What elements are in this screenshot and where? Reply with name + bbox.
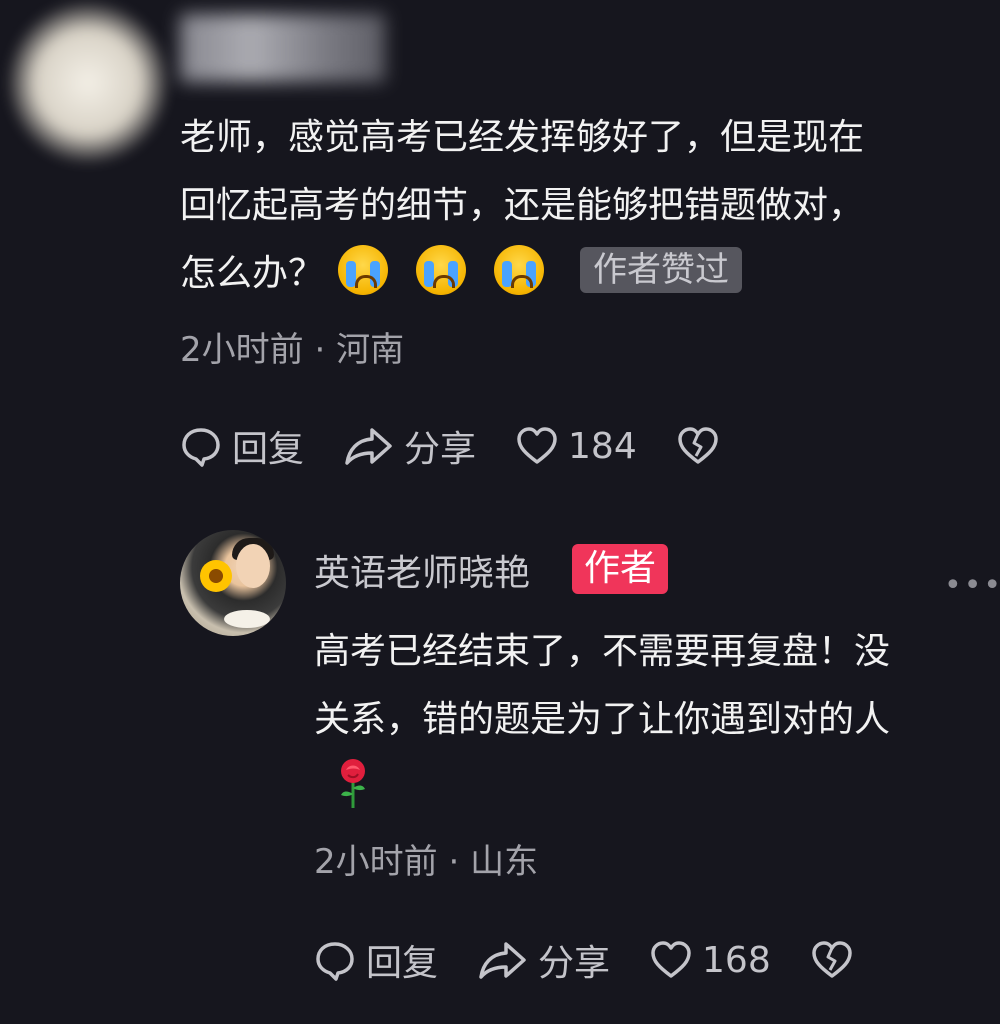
share-label: 分享 (538, 943, 611, 984)
avatar-cake (224, 610, 270, 628)
meta-separator: · (448, 842, 460, 882)
reply-meta: 2小时前 · 山东 (314, 834, 538, 883)
broken-heart-icon (812, 941, 852, 978)
reply-line: 高考已经结束了，不需要再复盘！没 (314, 631, 891, 672)
sunflower-decoration (200, 560, 232, 592)
like-button[interactable]: 184 (516, 426, 637, 467)
dislike-button[interactable] (811, 940, 853, 980)
reply-actions: 回复 分享 168 (314, 934, 893, 986)
comment-line: 老师，感觉高考已经发挥够好了，但是现在 (180, 117, 865, 158)
comment-actions: 回复 分享 184 (180, 420, 759, 472)
reply-time: 2小时前 (314, 842, 438, 882)
loudly-crying-face-icon (338, 245, 389, 295)
share-label: 分享 (404, 429, 477, 470)
like-count: 184 (568, 425, 637, 467)
redacted-username[interactable] (180, 14, 385, 82)
comment-line: 回忆起高考的细节，还是能够把错题做对， (180, 185, 865, 226)
comment-line: 怎么办？ 作者赞过 (180, 240, 990, 308)
author-badge: 作者 (572, 544, 669, 594)
loudly-crying-face-icon (494, 245, 545, 295)
comment-time: 2小时前 (180, 330, 304, 370)
redacted-avatar[interactable] (8, 0, 168, 165)
reply-button[interactable]: 回复 (314, 934, 438, 986)
share-arrow-icon (479, 942, 526, 979)
broken-heart-icon (678, 427, 718, 464)
reply-bubble-icon (316, 942, 354, 981)
comment-line-text: 怎么办？ (180, 253, 325, 294)
heart-icon (517, 427, 557, 464)
reply-button[interactable]: 回复 (180, 420, 304, 472)
rose-icon (341, 759, 365, 808)
heart-icon (651, 941, 691, 978)
more-dots-icon[interactable]: ••• (944, 568, 1000, 603)
comment-location: 河南 (336, 330, 405, 370)
reply-label: 回复 (366, 943, 439, 984)
meta-separator: · (314, 330, 326, 370)
comment-body: 老师，感觉高考已经发挥够好了，但是现在 回忆起高考的细节，还是能够把错题做对， … (180, 104, 990, 308)
loudly-crying-face-icon (416, 245, 467, 295)
share-arrow-icon (345, 428, 392, 465)
dislike-button[interactable] (677, 426, 719, 466)
avatar-face (236, 544, 270, 588)
reply-label: 回复 (232, 429, 305, 470)
like-count: 168 (702, 939, 771, 981)
author-avatar[interactable] (180, 530, 286, 636)
comment-meta: 2小时前 · 河南 (180, 322, 404, 371)
reply-bubble-icon (182, 428, 220, 467)
share-button[interactable]: 分享 (478, 934, 610, 986)
reply-location: 山东 (470, 842, 539, 882)
author-liked-badge: 作者赞过 (580, 247, 743, 293)
reply-body: 高考已经结束了，不需要再复盘！没 关系，错的题是为了让你遇到对的人 (314, 618, 990, 810)
author-name[interactable]: 英语老师晓艳 (314, 544, 530, 596)
reply-line: 关系，错的题是为了让你遇到对的人 (314, 699, 891, 740)
comment-thread: 老师，感觉高考已经发挥够好了，但是现在 回忆起高考的细节，还是能够把错题做对， … (0, 0, 1000, 1024)
share-button[interactable]: 分享 (344, 420, 476, 472)
like-button[interactable]: 168 (650, 940, 771, 981)
